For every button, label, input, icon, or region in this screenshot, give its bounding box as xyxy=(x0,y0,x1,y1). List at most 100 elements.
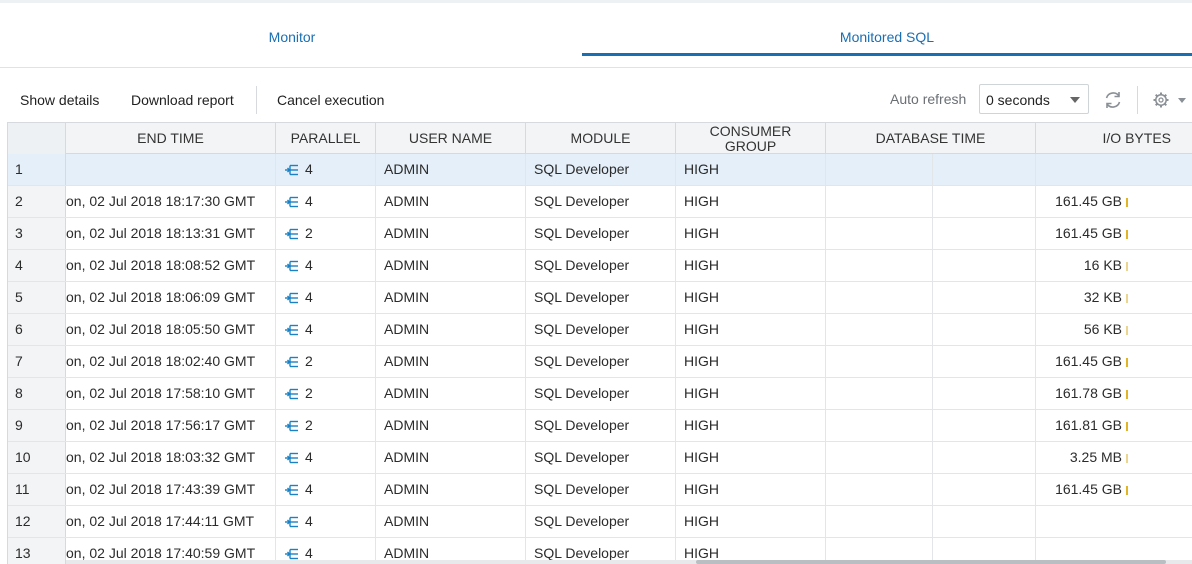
database-time-bar-cell xyxy=(933,506,1036,537)
table-row[interactable]: 12 on, 02 Jul 2018 17:44:11 GMT 4 ADMIN SQL … xyxy=(8,506,1192,538)
column-header-io-bytes[interactable]: I/O BYTES xyxy=(1036,123,1192,154)
parallel-cell: 4 xyxy=(276,154,376,185)
end-time-cell: on, 02 Jul 2018 17:43:39 GMT xyxy=(66,474,276,505)
io-bytes-value: 161.45 GB xyxy=(1055,353,1122,369)
column-header-end-time[interactable]: END TIME xyxy=(66,123,276,154)
row-number: 13 xyxy=(8,538,66,564)
column-header-database-time[interactable]: DATABASE TIME xyxy=(826,123,1036,154)
database-time-cell xyxy=(826,378,933,409)
cancel-execution-button[interactable]: Cancel execution xyxy=(277,84,384,116)
row-number: 8 xyxy=(8,378,66,409)
module-cell: SQL Developer xyxy=(526,378,676,409)
io-bytes-bar xyxy=(1126,293,1128,303)
table-row[interactable]: 10 on, 02 Jul 2018 18:03:32 GMT 4 ADMIN SQL … xyxy=(8,442,1192,474)
table-row[interactable]: 9 on, 02 Jul 2018 17:56:17 GMT 2 ADMIN SQL D… xyxy=(8,410,1192,442)
io-bytes-cell: 161.45 GB xyxy=(1036,218,1192,249)
database-time-bar-cell xyxy=(933,186,1036,217)
database-time-cell xyxy=(826,314,933,345)
consumer-group-cell: HIGH xyxy=(676,154,826,185)
user-name-cell: ADMIN xyxy=(376,442,526,473)
row-number-header xyxy=(8,123,66,154)
consumer-group-cell: HIGH xyxy=(676,410,826,441)
io-bytes-value: 32 KB xyxy=(1083,289,1122,305)
consumer-group-cell: HIGH xyxy=(676,378,826,409)
io-bytes-value: 161.45 GB xyxy=(1055,481,1122,497)
column-header-consumer-group[interactable]: CONSUMER GROUP xyxy=(676,123,826,154)
io-bytes-bar xyxy=(1126,197,1128,207)
database-time-cell xyxy=(826,346,933,377)
module-cell: SQL Developer xyxy=(526,186,676,217)
table-row[interactable]: 4 on, 02 Jul 2018 18:08:52 GMT 4 ADMIN SQL D… xyxy=(8,250,1192,282)
io-bytes-value: 56 KB xyxy=(1083,321,1122,337)
table-row[interactable]: 2 on, 02 Jul 2018 18:17:30 GMT 4 ADMIN SQL D… xyxy=(8,186,1192,218)
parallel-cell: 2 xyxy=(276,378,376,409)
module-cell: SQL Developer xyxy=(526,506,676,537)
end-time-cell xyxy=(66,154,276,185)
consumer-group-cell: HIGH xyxy=(676,250,826,281)
table-row[interactable]: 3 on, 02 Jul 2018 18:13:31 GMT 2 ADMIN SQL D… xyxy=(8,218,1192,250)
end-time-cell: on, 02 Jul 2018 18:05:50 GMT xyxy=(66,314,276,345)
end-time-cell: on, 02 Jul 2018 18:17:30 GMT xyxy=(66,186,276,217)
io-bytes-bar xyxy=(1126,421,1128,431)
refresh-icon xyxy=(1105,92,1121,108)
horizontal-scrollbar[interactable] xyxy=(66,560,1192,564)
table-row[interactable]: 7 on, 02 Jul 2018 18:02:40 GMT 2 ADMIN SQL D… xyxy=(8,346,1192,378)
user-name-cell: ADMIN xyxy=(376,410,526,441)
parallel-cell: 2 xyxy=(276,218,376,249)
table-row[interactable]: 5 on, 02 Jul 2018 18:06:09 GMT 4 ADMIN SQL D… xyxy=(8,282,1192,314)
tab-monitor[interactable]: Monitor xyxy=(0,3,584,67)
row-number: 11 xyxy=(8,474,66,505)
settings-menu-button[interactable] xyxy=(1150,88,1190,112)
parallel-icon xyxy=(285,229,298,240)
module-cell: SQL Developer xyxy=(526,314,676,345)
io-bytes-value: 161.45 GB xyxy=(1055,193,1122,209)
parallel-value: 4 xyxy=(305,513,313,529)
parallel-value: 4 xyxy=(305,289,313,305)
parallel-value: 4 xyxy=(305,321,313,337)
row-number: 12 xyxy=(8,506,66,537)
module-cell: SQL Developer xyxy=(526,410,676,441)
row-number: 7 xyxy=(8,346,66,377)
column-header-module[interactable]: MODULE xyxy=(526,123,676,154)
database-time-bar-cell xyxy=(933,442,1036,473)
tab-monitored-sql[interactable]: Monitored SQL xyxy=(582,3,1192,67)
parallel-icon xyxy=(285,421,298,432)
parallel-icon xyxy=(285,165,298,176)
io-bytes-value: 161.45 GB xyxy=(1055,225,1122,241)
database-time-cell xyxy=(826,218,933,249)
table-row[interactable]: 1 4 ADMIN SQL Developer HIGH xyxy=(8,154,1192,186)
io-bytes-cell: 161.81 GB xyxy=(1036,410,1192,441)
database-time-bar-cell xyxy=(933,378,1036,409)
parallel-icon xyxy=(285,549,298,560)
database-time-cell xyxy=(826,250,933,281)
user-name-cell: ADMIN xyxy=(376,314,526,345)
parallel-icon xyxy=(285,325,298,336)
table-row[interactable]: 11 on, 02 Jul 2018 17:43:39 GMT 4 ADMIN SQL … xyxy=(8,474,1192,506)
row-number: 9 xyxy=(8,410,66,441)
refresh-button[interactable] xyxy=(1101,88,1125,112)
row-number: 6 xyxy=(8,314,66,345)
database-time-bar-cell xyxy=(933,250,1036,281)
database-time-bar-cell xyxy=(933,410,1036,441)
consumer-group-cell: HIGH xyxy=(676,506,826,537)
user-name-cell: ADMIN xyxy=(376,186,526,217)
module-cell: SQL Developer xyxy=(526,282,676,313)
download-report-button[interactable]: Download report xyxy=(131,84,234,116)
toolbar: Show details Download report Cancel exec… xyxy=(0,84,1192,116)
user-name-cell: ADMIN xyxy=(376,506,526,537)
table-row[interactable]: 8 on, 02 Jul 2018 17:58:10 GMT 2 ADMIN SQL D… xyxy=(8,378,1192,410)
column-header-user-name[interactable]: USER NAME xyxy=(376,123,526,154)
parallel-cell: 4 xyxy=(276,506,376,537)
parallel-cell: 2 xyxy=(276,410,376,441)
io-bytes-value: 161.81 GB xyxy=(1055,417,1122,433)
database-time-cell xyxy=(826,410,933,441)
parallel-value: 4 xyxy=(305,481,313,497)
parallel-cell: 4 xyxy=(276,186,376,217)
show-details-button[interactable]: Show details xyxy=(20,84,99,116)
user-name-cell: ADMIN xyxy=(376,474,526,505)
auto-refresh-select[interactable]: 0 seconds xyxy=(979,84,1089,114)
table-row[interactable]: 6 on, 02 Jul 2018 18:05:50 GMT 4 ADMIN SQL D… xyxy=(8,314,1192,346)
column-header-parallel[interactable]: PARALLEL xyxy=(276,123,376,154)
module-cell: SQL Developer xyxy=(526,346,676,377)
scrollbar-thumb[interactable] xyxy=(696,560,1166,564)
